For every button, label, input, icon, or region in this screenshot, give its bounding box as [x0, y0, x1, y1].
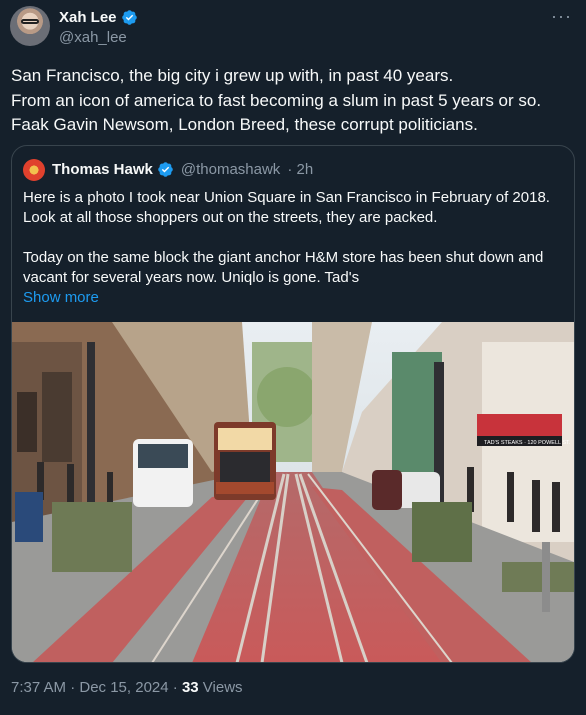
quote-author-name: Thomas Hawk: [52, 161, 153, 178]
quote-author-row: Thomas Hawk @thomashawk · 2h: [52, 161, 313, 178]
quote-author-avatar: [23, 159, 45, 181]
tweet: Xah Lee @xah_lee ··· San Francisco, the …: [0, 0, 586, 715]
tweet-timestamp[interactable]: 7:37 AM · Dec 15, 2024 ·: [11, 679, 182, 696]
quote-text: Here is a photo I took near Union Square…: [23, 188, 568, 308]
author-handle[interactable]: @xah_lee: [59, 29, 127, 46]
tweet-text-line: From an icon of america to fast becoming…: [11, 90, 542, 110]
author-name-row[interactable]: Xah Lee: [59, 9, 138, 26]
quote-text-line: Look at all those shoppers out on the st…: [23, 209, 438, 226]
quote-author-handle: @thomashawk: [180, 161, 281, 178]
more-dots-icon[interactable]: ···: [551, 6, 572, 27]
show-more-link[interactable]: Show more: [23, 288, 568, 308]
quoted-tweet[interactable]: Thomas Hawk @thomashawk · 2h Here is a p…: [11, 145, 575, 663]
views-count: 33: [181, 679, 199, 696]
tweet-text-line: Faak Gavin Newsom, London Breed, these c…: [11, 115, 478, 134]
quote-text-line: Today on the same block the giant anchor…: [23, 249, 544, 266]
views-label: Views: [198, 679, 243, 696]
verified-badge-icon: [121, 10, 137, 25]
quote-text-line: vacant for several years now. Uniqlo is …: [23, 269, 360, 286]
tweet-text-line: San Francisco, the big city i grew up wi…: [11, 66, 454, 85]
author-name[interactable]: Xah Lee: [59, 9, 117, 26]
tweet-footer: 7:37 AM · Dec 15, 2024 · 33 Views: [11, 679, 243, 696]
street-photo[interactable]: TAD'S STEAKS · 120 POWELL ST.: [12, 322, 574, 663]
store-sign-text: TAD'S STEAKS · 120 POWELL ST.: [484, 440, 571, 446]
verified-badge-icon: [158, 162, 173, 177]
tweet-text: San Francisco, the big city i grew up wi…: [11, 64, 576, 138]
author-avatar[interactable]: [10, 6, 50, 46]
quote-text-line: Here is a photo I took near Union Square…: [23, 189, 550, 206]
quote-time: · 2h: [287, 161, 314, 178]
